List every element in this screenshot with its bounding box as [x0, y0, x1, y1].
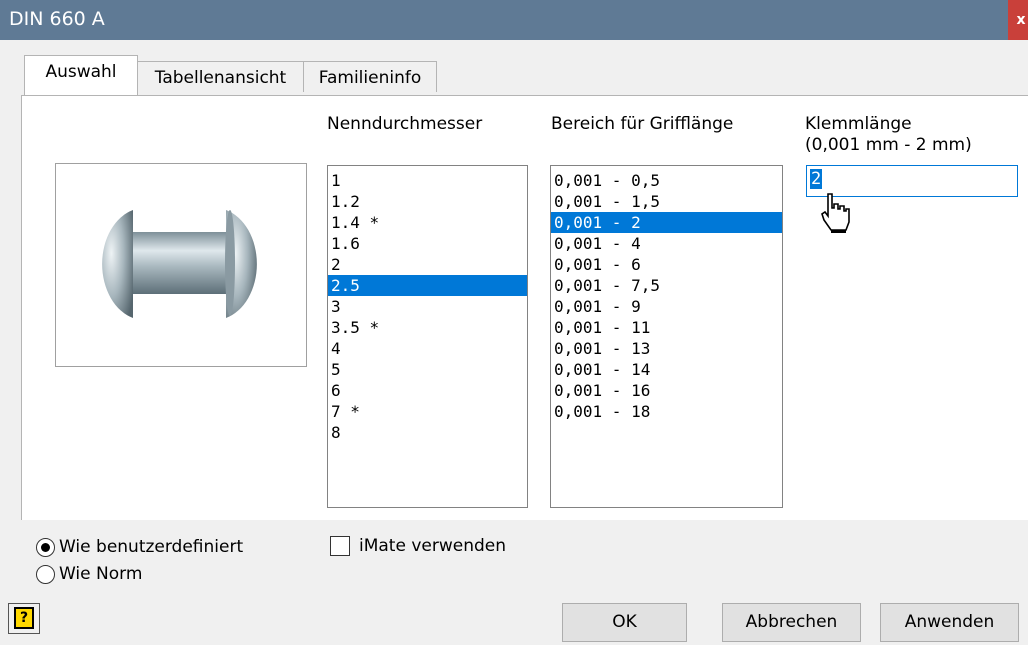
klemmlaenge-range: (0,001 mm - 2 mm): [805, 135, 972, 155]
list-item-selected[interactable]: 0,001 - 2: [551, 212, 782, 233]
help-button[interactable]: ?: [8, 603, 40, 634]
tab-label: Familieninfo: [318, 68, 422, 88]
list-item[interactable]: 0,001 - 0,5: [551, 170, 782, 191]
list-item[interactable]: 1.2: [328, 191, 527, 212]
list-item[interactable]: 0,001 - 7,5: [551, 275, 782, 296]
nenndurchmesser-header: Nenndurchmesser: [327, 114, 483, 134]
list-item[interactable]: 0,001 - 18: [551, 401, 782, 422]
list-item[interactable]: 7 *: [328, 401, 527, 422]
list-item[interactable]: 0,001 - 1,5: [551, 191, 782, 212]
list-item[interactable]: 0,001 - 14: [551, 359, 782, 380]
window-title: DIN 660 A: [9, 8, 105, 30]
list-item[interactable]: 0,001 - 11: [551, 317, 782, 338]
list-item[interactable]: 0,001 - 16: [551, 380, 782, 401]
list-item[interactable]: 0,001 - 13: [551, 338, 782, 359]
list-item[interactable]: 1.6: [328, 233, 527, 254]
list-item[interactable]: 1.4 *: [328, 212, 527, 233]
imate-checkbox[interactable]: [330, 536, 350, 556]
tab-label: Auswahl: [45, 62, 117, 82]
radio-button[interactable]: [36, 537, 55, 557]
list-item-selected[interactable]: 2.5: [328, 275, 527, 296]
imate-label: iMate verwenden: [359, 536, 507, 556]
radio-label: Wie benutzerdefiniert: [59, 537, 244, 557]
list-item[interactable]: 5: [328, 359, 527, 380]
tab-familieninfo[interactable]: Familieninfo: [303, 61, 437, 92]
rivet-preview: [55, 163, 307, 367]
list-item[interactable]: 4: [328, 338, 527, 359]
list-item[interactable]: 0,001 - 9: [551, 296, 782, 317]
close-icon: x: [1016, 12, 1026, 28]
klemmlaenge-value: 2: [810, 169, 823, 189]
radio-label: Wie Norm: [59, 564, 143, 584]
ok-button[interactable]: OK: [562, 603, 687, 642]
radio-button[interactable]: [36, 564, 55, 584]
grifflaenge-header: Bereich für Grifflänge: [551, 114, 734, 134]
title-bar: DIN 660 A x: [0, 0, 1028, 40]
radio-wie-benutzerdefiniert[interactable]: Wie benutzerdefiniert: [36, 537, 243, 557]
hand-cursor-icon: [821, 193, 850, 233]
list-item[interactable]: 3.5 *: [328, 317, 527, 338]
tab-auswahl[interactable]: Auswahl: [24, 55, 138, 95]
list-item[interactable]: 2: [328, 254, 527, 275]
radio-wie-norm[interactable]: Wie Norm: [36, 564, 142, 584]
rivet-image: [102, 210, 257, 318]
tab-tabellenansicht[interactable]: Tabellenansicht: [137, 61, 304, 92]
cancel-button[interactable]: Abbrechen: [722, 603, 861, 642]
list-item[interactable]: 3: [328, 296, 527, 317]
grifflaenge-list[interactable]: 0,001 - 0,5 0,001 - 1,5 0,001 - 2 0,001 …: [550, 165, 783, 508]
tab-label: Tabellenansicht: [154, 68, 287, 88]
list-item[interactable]: 0,001 - 4: [551, 233, 782, 254]
nenndurchmesser-list[interactable]: 1 1.2 1.4 * 1.6 2 2.5 3 3.5 * 4 5 6 7 * …: [327, 165, 528, 508]
close-button[interactable]: x: [1008, 0, 1028, 40]
list-item[interactable]: 6: [328, 380, 527, 401]
klemmlaenge-header: Klemmlänge: [805, 114, 912, 134]
apply-button[interactable]: Anwenden: [880, 603, 1019, 642]
list-item[interactable]: 8: [328, 422, 527, 443]
list-item[interactable]: 1: [328, 170, 527, 191]
list-item[interactable]: 0,001 - 6: [551, 254, 782, 275]
help-icon: ?: [14, 607, 34, 629]
imate-checkbox-row[interactable]: iMate verwenden: [330, 536, 506, 556]
